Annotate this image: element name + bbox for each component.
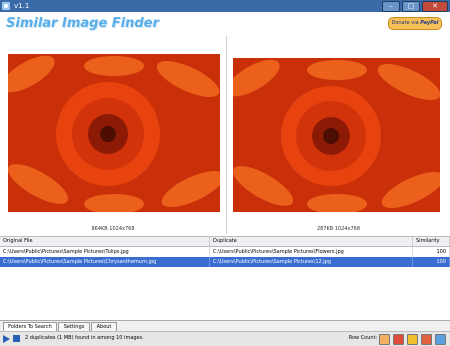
app-logo: Similar Image Finder <box>6 16 159 31</box>
window-title: v1.1 <box>14 2 30 10</box>
window-controls: – □ ✕ <box>382 1 448 12</box>
duplicate-cell: C:\Users\Public\Pictures\Sample Pictures… <box>210 257 413 267</box>
title-bar: v1.1 – □ ✕ <box>0 0 450 12</box>
column-duplicate[interactable]: Duplicate <box>210 237 413 246</box>
similarity-cell: 100 <box>413 247 450 257</box>
results-table: Original File Duplicate Similarity C:\Us… <box>0 236 450 319</box>
tab-folders-to-search[interactable]: Folders To Search <box>3 322 57 331</box>
help-icon[interactable] <box>435 334 446 345</box>
duplicate-image-info: 287KB 1024x768 <box>316 226 361 232</box>
minimize-button[interactable]: – <box>382 1 400 12</box>
table-header: Original File Duplicate Similarity <box>0 237 450 247</box>
app-header: Similar Image Finder Donate via PayPal <box>0 12 450 37</box>
original-image-info: 864KB 1024x768 <box>91 226 135 232</box>
original-image <box>8 54 220 212</box>
original-file-cell: C:\Users\Public\Pictures\Sample Pictures… <box>0 257 210 267</box>
similarity-cell: 100 <box>413 257 450 267</box>
column-original-file[interactable]: Original File <box>0 237 210 246</box>
tab-settings[interactable]: Settings <box>58 322 90 331</box>
duplicate-cell: C:\Users\Public\Pictures\Sample Pictures… <box>210 247 413 257</box>
folder-icon[interactable] <box>407 334 418 345</box>
duplicate-image <box>233 58 440 212</box>
table-row-selected[interactable]: C:\Users\Public\Pictures\Sample Pictures… <box>0 257 450 267</box>
status-bar: 2 duplicates (1 MB) found in among 10 im… <box>0 331 450 346</box>
maximize-button[interactable]: □ <box>402 1 420 12</box>
action-icons <box>379 334 446 345</box>
duplicate-preview-pane: 287KB 1024x768 <box>227 36 450 234</box>
close-button[interactable]: ✕ <box>422 1 448 12</box>
table-row[interactable]: C:\Users\Public\Pictures\Sample Pictures… <box>0 247 450 257</box>
status-message: 2 duplicates (1 MB) found in among 10 im… <box>25 335 144 341</box>
original-file-cell: C:\Users\Public\Pictures\Sample Pictures… <box>0 247 210 257</box>
export-icon[interactable] <box>421 334 432 345</box>
open-icon[interactable] <box>379 334 390 345</box>
donate-label: Donate via <box>391 20 419 26</box>
paypal-label: PayPal <box>420 20 439 26</box>
original-preview-pane: 864KB 1024x768 <box>0 36 227 234</box>
play-icon[interactable] <box>3 335 10 343</box>
main-window: v1.1 – □ ✕ Similar Image Finder Donate v… <box>0 0 450 346</box>
tab-about[interactable]: About <box>91 322 117 331</box>
app-icon <box>2 2 10 10</box>
delete-icon[interactable] <box>393 334 404 345</box>
donate-button[interactable]: Donate via PayPal <box>388 17 442 30</box>
stop-icon[interactable] <box>13 335 20 342</box>
row-count: Row Count: 2 <box>348 335 382 341</box>
bottom-tabs: Folders To Search Settings About <box>0 320 450 331</box>
column-similarity[interactable]: Similarity <box>413 237 450 246</box>
